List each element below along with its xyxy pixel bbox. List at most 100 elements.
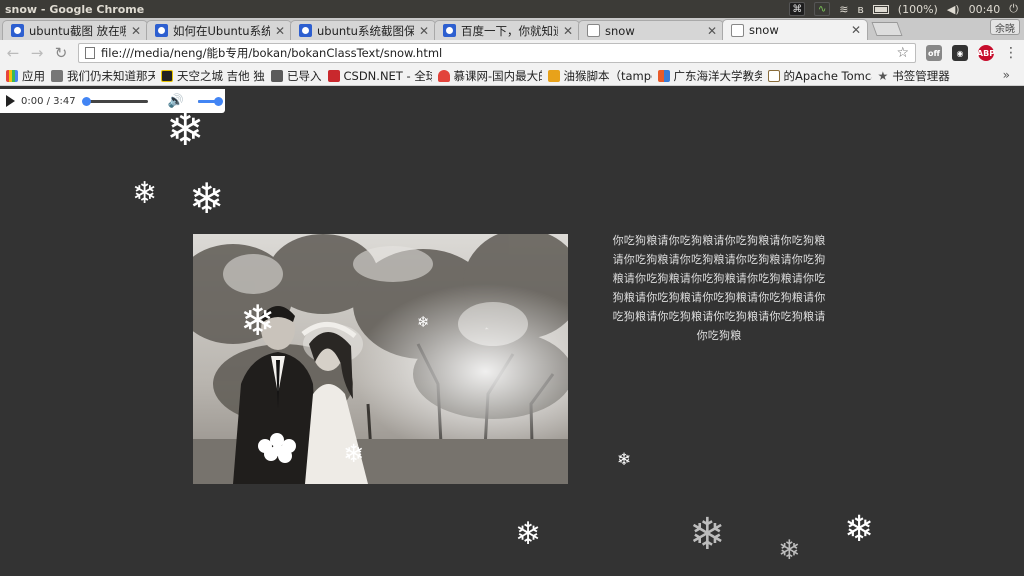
university-icon — [657, 69, 670, 82]
bookmark-star-icon[interactable]: ☆ — [896, 45, 909, 61]
file-icon — [85, 47, 95, 59]
play-icon[interactable] — [6, 95, 15, 107]
bookmark-label: 慕课网-国内最大的 — [453, 68, 542, 83]
close-icon[interactable]: ✕ — [563, 24, 573, 38]
wifi-icon[interactable]: ≋ — [839, 3, 848, 16]
close-icon[interactable]: ✕ — [707, 24, 717, 38]
bookmark-label: 应用 — [22, 68, 45, 83]
tab-strip: ubuntu截图 放在哪 ✕ 如何在Ubuntu系统 ✕ ubuntu系统截图保… — [0, 18, 1024, 40]
close-icon[interactable]: ✕ — [419, 24, 429, 38]
volume-thumb[interactable] — [213, 96, 223, 106]
browser-toolbar: ← → ↻ file:///media/neng/能b专用/bokan/boka… — [0, 40, 1024, 66]
wedding-photo — [193, 234, 568, 484]
baidu-paw-icon — [11, 24, 24, 37]
tab-label: ubuntu系统截图保 — [317, 23, 414, 38]
window-title: snow - Google Chrome — [5, 2, 145, 16]
page-icon — [587, 24, 600, 37]
folder-icon — [271, 69, 283, 82]
page-viewport: 0:00 / 3:47 🔊 你吃狗粮请你吃狗粮请你吃狗粮请你吃狗粮请你吃狗粮请你… — [0, 86, 1024, 576]
reload-icon[interactable]: ↻ — [54, 44, 68, 62]
close-icon[interactable]: ✕ — [131, 24, 141, 38]
tab-snow[interactable]: snow ✕ — [578, 20, 724, 40]
chevron-more-icon[interactable]: » — [1003, 68, 1010, 82]
snowflake-icon: ❄ — [343, 439, 364, 468]
bookmark-label: 的Apache Tomcat — [783, 68, 872, 83]
clock[interactable]: 00:40 — [969, 3, 1001, 16]
image-icon — [767, 69, 780, 82]
snowflake-icon: ❄ — [617, 450, 632, 470]
wedding-photo-image — [193, 234, 568, 484]
snowflake-icon: ❄ — [132, 176, 158, 211]
bookmark-item[interactable]: 慕课网-国内最大的 — [437, 68, 542, 84]
forward-icon[interactable]: → — [30, 44, 44, 62]
tab-label: snow — [749, 23, 779, 37]
bookmark-item[interactable]: 天空之城 吉他 独奏 — [161, 68, 265, 84]
tab-label: 如何在Ubuntu系统 — [173, 23, 270, 38]
close-icon[interactable]: ✕ — [275, 24, 285, 38]
menu-dots-icon[interactable]: ⋮ — [1004, 45, 1018, 61]
page-icon — [731, 23, 744, 37]
bookmark-item[interactable]: 广东海洋大学教务 — [657, 68, 762, 84]
profile-button[interactable]: 余晓 — [990, 19, 1020, 35]
system-tray: ⌘ ∿ ≋ ʙ (100%) ◀) 00:40 ⏻ — [789, 2, 1024, 16]
audio-time: 0:00 / 3:47 — [21, 95, 76, 107]
extension-ghost-icon[interactable]: ◉ — [952, 45, 968, 61]
snowflake-icon: ❄ — [189, 174, 225, 223]
bookmark-label: 已导入 — [287, 68, 322, 83]
bookmark-label: 油猴脚本（tampe — [563, 68, 652, 83]
battery-icon[interactable] — [872, 4, 889, 14]
poem-text: 你吃狗粮请你吃狗粮请你吃狗粮请你吃狗粮请你吃狗粮请你吃狗粮请你吃狗粮请你吃狗粮请… — [612, 234, 826, 342]
bookmark-item[interactable]: 的Apache Tomcat — [767, 68, 872, 84]
pen-icon — [51, 69, 63, 82]
power-icon[interactable]: ⏻ — [1009, 2, 1018, 16]
baidu-paw-icon — [443, 24, 456, 37]
new-tab-button[interactable] — [871, 22, 903, 36]
bookmark-item[interactable]: CSDN.NET - 全球 — [327, 68, 432, 84]
monkey-icon — [547, 69, 560, 82]
tab-label: ubuntu截图 放在哪 — [29, 23, 126, 38]
star-icon: ★ — [877, 68, 889, 83]
url-text[interactable]: file:///media/neng/能b专用/bokan/bokanClass… — [101, 45, 890, 61]
snowflake-icon: ❄ — [689, 509, 726, 560]
apps-grid-icon — [6, 69, 18, 82]
tab-label: 百度一下，你就知道 — [461, 23, 558, 38]
bookmark-label: 我们仍未知道那天 — [67, 68, 155, 83]
os-top-bar: snow - Google Chrome ⌘ ∿ ≋ ʙ (100%) ◀) 0… — [0, 0, 1024, 18]
tab-snow-active[interactable]: snow ✕ — [722, 19, 868, 40]
bookmark-item[interactable]: 我们仍未知道那天 — [51, 68, 155, 84]
tab-ubuntu-how-to[interactable]: 如何在Ubuntu系统 ✕ — [146, 20, 292, 40]
back-icon[interactable]: ← — [6, 44, 20, 62]
battery-percent: (100%) — [897, 2, 938, 16]
snowflake-icon: ❄ — [166, 102, 205, 156]
bookmark-label: CSDN.NET - 全球 — [343, 68, 432, 83]
flame-icon — [437, 69, 450, 82]
seek-slider[interactable] — [81, 96, 148, 106]
snowflake-icon: ❄ — [844, 509, 875, 550]
tab-label: snow — [605, 23, 635, 38]
bookmark-item[interactable]: 油猴脚本（tampe — [547, 68, 652, 84]
bookmark-label: 天空之城 吉他 独奏 — [177, 68, 265, 83]
bookmark-label: 书签管理器 — [892, 68, 950, 83]
tab-ubuntu-screenshot[interactable]: ubuntu截图 放在哪 ✕ — [2, 20, 148, 40]
bookmarks-bar: 应用 我们仍未知道那天 天空之城 吉他 独奏 已导入 CSDN.NET - 全球… — [0, 66, 1024, 86]
tab-baidu[interactable]: 百度一下，你就知道 ✕ — [434, 20, 580, 40]
seek-thumb[interactable] — [81, 96, 91, 106]
bookmark-apps[interactable]: 应用 — [6, 68, 45, 84]
snowflake-icon: ❄ — [417, 313, 430, 331]
bookmark-manager[interactable]: ★ 书签管理器 — [878, 68, 950, 84]
monitor-indicator-icon[interactable]: ∿ — [814, 2, 831, 16]
address-bar[interactable]: file:///media/neng/能b专用/bokan/bokanClass… — [78, 43, 916, 63]
bookmark-folder[interactable]: 已导入 — [271, 68, 322, 84]
extension-off-icon[interactable]: off — [926, 45, 942, 61]
terminal-indicator-icon[interactable]: ⌘ — [789, 2, 806, 16]
bookmark-label: 广东海洋大学教务 — [673, 68, 762, 83]
close-icon[interactable]: ✕ — [851, 23, 861, 37]
snowflake-icon: ❄ — [778, 535, 801, 566]
snowflake-icon: ❄ — [515, 516, 541, 552]
csdn-icon — [327, 69, 340, 82]
bluetooth-icon[interactable]: ʙ — [857, 3, 863, 16]
tab-ubuntu-save[interactable]: ubuntu系统截图保 ✕ — [290, 20, 436, 40]
adblock-icon[interactable]: ABP — [977, 45, 995, 61]
baidu-paw-icon — [299, 24, 312, 37]
volume-icon[interactable]: ◀) — [947, 3, 960, 16]
